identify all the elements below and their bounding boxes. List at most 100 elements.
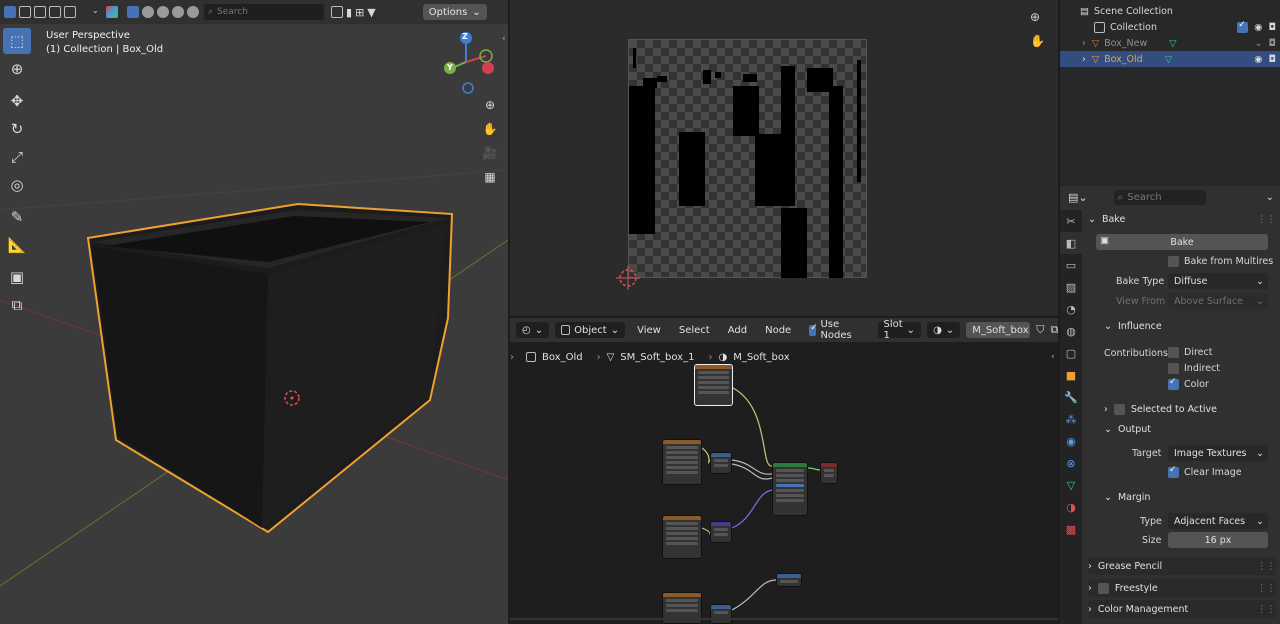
- grease-pencil-panel[interactable]: › Grease Pencil ⋮⋮: [1088, 557, 1276, 575]
- 3d-viewport[interactable]: Z Y ⌄ ⌕ Search ▮ ⊞ ▼ Options ⌄ User Pers…: [0, 0, 508, 624]
- normal-map-node[interactable]: [710, 521, 732, 543]
- freestyle-checkbox[interactable]: [1097, 582, 1109, 594]
- target-dropdown[interactable]: Image Textures ⌄: [1168, 445, 1268, 461]
- cursor-tool-icon[interactable]: ⊕: [3, 56, 31, 82]
- chevron-down-icon[interactable]: ⌄: [1255, 38, 1263, 49]
- select-box-tool-icon[interactable]: ⬚: [3, 28, 31, 54]
- bake-from-multires-option[interactable]: Bake from Multires: [1168, 256, 1273, 267]
- horizontal-scrollbar[interactable]: [510, 618, 1058, 620]
- move-tool-icon[interactable]: ✥: [3, 88, 31, 114]
- material-tab-icon[interactable]: ◑: [1060, 496, 1082, 518]
- annotate-tool-icon[interactable]: ✎: [3, 204, 31, 230]
- viewport-scene[interactable]: [0, 0, 508, 624]
- color-option[interactable]: Color: [1168, 377, 1209, 390]
- transform-tool-icon[interactable]: ◎: [3, 172, 31, 198]
- modifier-tab-icon[interactable]: 🔧: [1060, 386, 1082, 408]
- chevron-right-icon[interactable]: ›: [1082, 38, 1086, 49]
- bake-button[interactable]: ▣ Bake: [1096, 234, 1268, 250]
- world-tab-icon[interactable]: ◍: [1060, 320, 1082, 342]
- clear-image-checkbox[interactable]: [1168, 465, 1179, 478]
- material-output-node[interactable]: [820, 462, 838, 484]
- pan-hand-icon[interactable]: ✋: [1030, 34, 1045, 48]
- drag-handle-icon[interactable]: ⋮⋮: [1257, 604, 1276, 615]
- rendered-shading-icon[interactable]: [157, 6, 169, 18]
- image-texture-node-selected[interactable]: [694, 364, 733, 406]
- principled-bsdf-node[interactable]: [772, 462, 808, 516]
- render-tab-icon[interactable]: ◧: [1060, 232, 1082, 254]
- drag-handle-icon[interactable]: ⋮⋮: [1257, 214, 1276, 225]
- select-mode-invert-icon[interactable]: [49, 6, 61, 18]
- margin-subpanel-header[interactable]: ⌄ Margin: [1104, 488, 1274, 506]
- overlay-icon[interactable]: [187, 6, 199, 18]
- select-mode-set-icon[interactable]: [4, 6, 16, 18]
- transform-orientation-icon[interactable]: ⊞: [355, 6, 364, 19]
- indirect-checkbox[interactable]: [1168, 363, 1179, 374]
- image-editor[interactable]: ⊕ ✋: [510, 0, 1058, 316]
- chevron-down-icon[interactable]: ⌄: [92, 6, 99, 15]
- direct-checkbox[interactable]: [1168, 347, 1179, 358]
- object-types-icon[interactable]: [106, 6, 118, 18]
- sidebar-toggle-icon[interactable]: ‹: [1051, 352, 1055, 362]
- chevron-down-icon[interactable]: ⌄: [1266, 192, 1274, 203]
- sidebar-toggle-icon[interactable]: ‹: [502, 34, 506, 44]
- collection-row[interactable]: Collection ◉ ◘: [1060, 19, 1280, 35]
- filter-dropdown-icon[interactable]: [331, 6, 343, 18]
- drag-handle-icon[interactable]: ⋮⋮: [1257, 583, 1276, 594]
- material-shading-icon[interactable]: [142, 6, 154, 18]
- camera-icon[interactable]: ◘: [1268, 22, 1276, 33]
- output-tab-icon[interactable]: ▭: [1060, 254, 1082, 276]
- search-input[interactable]: ⌕ Search: [1113, 189, 1206, 205]
- data-tab-icon[interactable]: ▽: [1060, 474, 1082, 496]
- tool-tab-icon[interactable]: ✂: [1060, 210, 1082, 232]
- camera-icon[interactable]: ◘: [1268, 38, 1276, 49]
- scale-tool-icon[interactable]: ⤢: [3, 144, 31, 170]
- camera-view-icon[interactable]: 🎥: [480, 146, 500, 170]
- selected-to-active-subpanel[interactable]: › Selected to Active: [1104, 400, 1274, 418]
- eye-icon[interactable]: ◉: [1254, 54, 1262, 65]
- eye-icon[interactable]: ◉: [1254, 22, 1262, 33]
- filter-icon[interactable]: ▼: [367, 6, 375, 19]
- wireframe-shading-icon[interactable]: [172, 6, 184, 18]
- options-dropdown[interactable]: Options ⌄: [422, 4, 487, 20]
- output-subpanel-header[interactable]: ⌄ Output: [1104, 420, 1274, 438]
- properties-editor[interactable]: ▤⌄ ⌕ Search ⌄ ✂ ◧ ▭ ▨ ◔ ◍ ▢ ■ 🔧 ⁂ ◉ ⊗ ▽ …: [1060, 186, 1280, 624]
- physics-tab-icon[interactable]: ◉: [1060, 430, 1082, 452]
- shader-node-editor[interactable]: ◴⌄ Object ⌄ View Select Add Node Use Nod…: [510, 318, 1058, 624]
- zoom-icon[interactable]: ⊕: [1030, 10, 1040, 24]
- outliner-item-box-old[interactable]: › ▽ Box_Old ▽ ◉ ◘: [1060, 51, 1280, 67]
- direct-option[interactable]: Direct: [1168, 347, 1212, 358]
- object-tab-icon[interactable]: ■: [1060, 364, 1082, 386]
- margin-size-field[interactable]: 16 px: [1168, 532, 1268, 548]
- bake-from-multires-checkbox[interactable]: [1168, 256, 1179, 267]
- bake-target-node[interactable]: [776, 573, 802, 587]
- chevron-right-icon[interactable]: ›: [1082, 54, 1086, 65]
- select-mode-extend-icon[interactable]: [19, 6, 31, 18]
- scene-tab-icon[interactable]: ◔: [1060, 298, 1082, 320]
- selected-to-active-checkbox[interactable]: [1113, 403, 1125, 415]
- color-checkbox[interactable]: [1168, 377, 1179, 390]
- search-input[interactable]: ⌕ Search: [204, 4, 324, 20]
- outliner-item-box-new[interactable]: › ▽ Box_New ▽ ⌄ ◘: [1060, 35, 1280, 51]
- scene-collection-row[interactable]: ▤ Scene Collection: [1060, 3, 1280, 19]
- indirect-option[interactable]: Indirect: [1168, 363, 1220, 374]
- zoom-icon[interactable]: ⊕: [480, 98, 500, 122]
- color-management-panel[interactable]: › Color Management ⋮⋮: [1088, 600, 1276, 618]
- bake-type-dropdown[interactable]: Diffuse ⌄: [1168, 273, 1268, 289]
- view-layer-tab-icon[interactable]: ▨: [1060, 276, 1082, 298]
- camera-icon[interactable]: ◘: [1268, 54, 1276, 65]
- rotate-tool-icon[interactable]: ↻: [3, 116, 31, 142]
- texture-tab-icon[interactable]: ▩: [1060, 518, 1082, 540]
- margin-type-dropdown[interactable]: Adjacent Faces ⌄: [1168, 513, 1268, 529]
- value-node[interactable]: [710, 604, 732, 624]
- bookmark-icon[interactable]: ▮: [346, 6, 352, 19]
- collection-tab-icon[interactable]: ▢: [1060, 342, 1082, 364]
- exclude-checkbox[interactable]: [1237, 20, 1249, 33]
- add-cube-tool-icon[interactable]: ▣: [3, 264, 31, 290]
- pan-hand-icon[interactable]: ✋: [480, 122, 500, 146]
- drag-handle-icon[interactable]: ⋮⋮: [1257, 561, 1276, 572]
- freestyle-panel[interactable]: › Freestyle ⋮⋮: [1088, 579, 1276, 597]
- add-object-tool-icon[interactable]: ⧉: [3, 292, 31, 318]
- separate-rgb-node[interactable]: [710, 452, 732, 474]
- select-mode-intersect-icon[interactable]: [64, 6, 76, 18]
- ortho-grid-icon[interactable]: ▦: [480, 170, 500, 194]
